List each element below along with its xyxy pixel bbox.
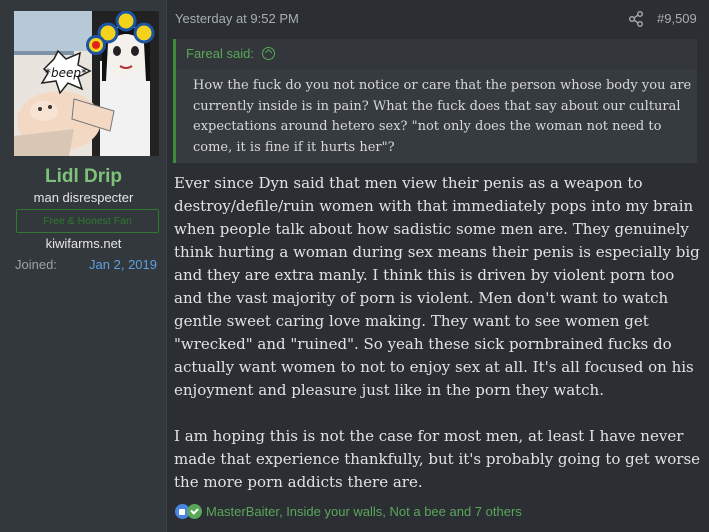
avatar[interactable]: *beep* <box>14 11 159 156</box>
quote-header[interactable]: Fareal said: <box>176 39 697 69</box>
user-title: man disrespecter <box>33 190 134 205</box>
message-post: *beep* Lidl Drip man disrespecter Free &… <box>0 0 709 532</box>
username[interactable]: Lidl Drip <box>0 166 167 188</box>
joined-date: Jan 2, 2019 <box>89 257 157 272</box>
joined-label: Joined: <box>15 257 57 272</box>
arrow-up-circle-icon[interactable] <box>261 47 275 60</box>
post-paragraph: Ever since Dyn said that men view their … <box>174 174 700 399</box>
quote-author[interactable]: Fareal said: <box>186 46 254 61</box>
post-date[interactable]: Yesterday at 9:52 PM <box>175 11 299 26</box>
post-body: Ever since Dyn said that men view their … <box>174 172 706 517</box>
user-sidebar: *beep* Lidl Drip man disrespecter Free &… <box>0 0 167 532</box>
quote-text: How the fuck do you not notice or care t… <box>193 78 692 155</box>
avatar-speech: *beep* <box>45 66 87 80</box>
quote-block: Fareal said: How the fuck do you not not… <box>173 39 697 163</box>
message-content: Yesterday at 9:52 PM #9,509 Fareal said:… <box>167 0 709 532</box>
share-icon[interactable] <box>628 11 644 27</box>
avatar-image: *beep* <box>14 11 159 156</box>
reactions-bar[interactable]: MasterBaiter, Inside your walls, Not a b… <box>175 502 522 520</box>
post-paragraph: I am hoping this is not the case for mos… <box>174 427 701 491</box>
user-site: kiwifarms.net <box>45 236 122 251</box>
user-banner: Free & Honest Fan <box>16 209 159 233</box>
reaction-users[interactable]: MasterBaiter, Inside your walls, Not a b… <box>206 504 522 519</box>
post-number[interactable]: #9,509 <box>657 11 697 26</box>
agree-icon <box>187 503 202 519</box>
